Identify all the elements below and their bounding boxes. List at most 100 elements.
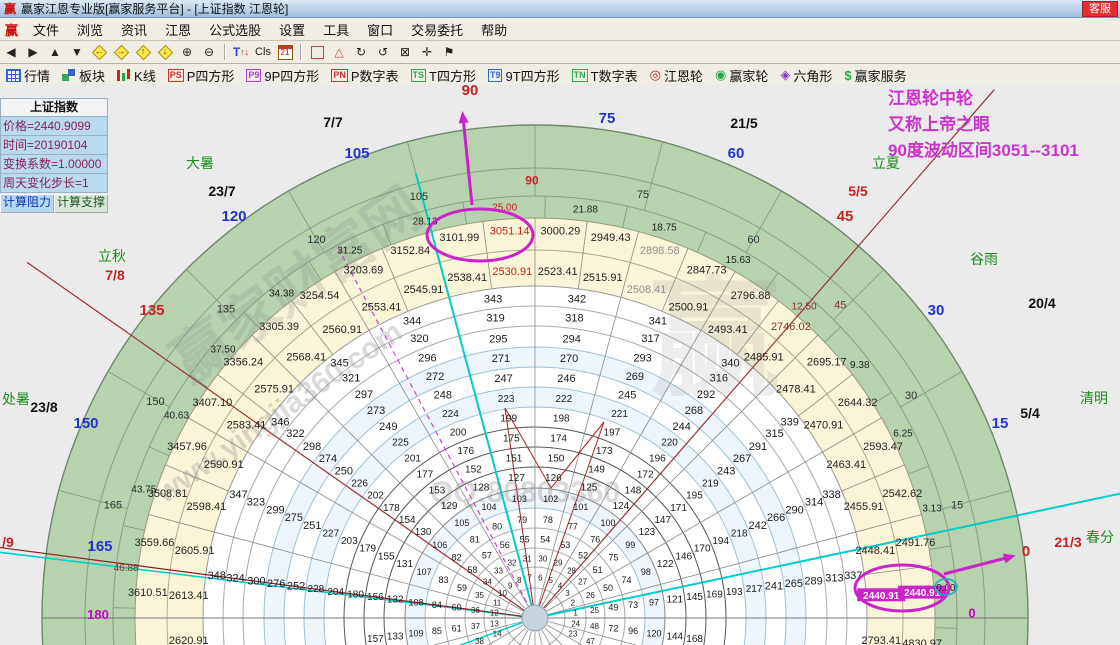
- svg-text:150: 150: [548, 453, 565, 464]
- square-tool-icon[interactable]: [307, 42, 327, 62]
- menu-item-10[interactable]: 帮助: [472, 18, 516, 41]
- svg-text:34.38: 34.38: [269, 289, 294, 300]
- diamond-left-icon[interactable]: [89, 42, 109, 62]
- svg-text:2593.47: 2593.47: [863, 441, 903, 453]
- svg-text:217: 217: [746, 584, 763, 595]
- menu-item-1[interactable]: 文件: [24, 18, 68, 41]
- svg-text:250: 250: [335, 465, 353, 477]
- svg-text:348: 348: [208, 570, 226, 582]
- menu-item-3[interactable]: 资讯: [112, 18, 156, 41]
- menu-item-8[interactable]: 窗口: [358, 18, 402, 41]
- svg-text:324: 324: [226, 573, 244, 585]
- view-button-赢家轮[interactable]: ◉赢家轮: [709, 66, 774, 85]
- diamond-up-icon[interactable]: [133, 42, 153, 62]
- view-button-赢家服务[interactable]: $赢家服务: [838, 66, 912, 85]
- view-button-9P四方形[interactable]: P99P四方形: [240, 66, 325, 85]
- toolbar-main: ◀▶▲▼ ⊕⊖ T↑↓Cls21 △↻↺⊠✛⚑: [0, 41, 1120, 64]
- menu-item-9[interactable]: 交易委托: [402, 18, 472, 41]
- svg-text:立秋: 立秋: [98, 248, 126, 264]
- gann-wheel[interactable]: 赢家财富网www.yingjia360.comQQ:80803360赢23241…: [0, 84, 1120, 645]
- view-button-江恩轮[interactable]: ◎江恩轮: [644, 66, 709, 85]
- svg-text:295: 295: [489, 333, 507, 345]
- svg-text:276: 276: [267, 578, 285, 590]
- svg-text:85: 85: [432, 626, 442, 636]
- menu-item-6[interactable]: 设置: [270, 18, 314, 41]
- svg-text:2478.41: 2478.41: [776, 384, 816, 396]
- down-icon[interactable]: ▼: [67, 42, 87, 62]
- svg-text:7/7: 7/7: [323, 114, 343, 130]
- support-button[interactable]: 客服: [1082, 1, 1118, 17]
- svg-text:347: 347: [229, 489, 247, 501]
- svg-text:27: 27: [578, 577, 587, 586]
- t-updown-icon[interactable]: T↑↓: [231, 42, 251, 62]
- svg-text:180: 180: [347, 589, 364, 600]
- svg-text:77: 77: [568, 522, 578, 532]
- view-button-行情[interactable]: 行情: [0, 66, 56, 85]
- svg-text:谷雨: 谷雨: [970, 251, 998, 267]
- up-icon[interactable]: ▲: [45, 42, 65, 62]
- candles-icon: [117, 69, 131, 82]
- cls-button[interactable]: Cls: [253, 42, 273, 62]
- zoom-in-icon[interactable]: ⊕: [177, 42, 197, 62]
- view-button-P四方形[interactable]: PSP四方形: [162, 66, 241, 85]
- svg-text:272: 272: [426, 371, 444, 383]
- menu-item-7[interactable]: 工具: [314, 18, 358, 41]
- view-button-T四方形[interactable]: TST四方形: [405, 66, 482, 85]
- svg-text:3.13: 3.13: [922, 504, 942, 515]
- rotate-ccw-icon[interactable]: ↺: [373, 42, 393, 62]
- menu-item-2[interactable]: 浏览: [68, 18, 112, 41]
- calc-support-button[interactable]: 计算支撑: [54, 194, 108, 213]
- p9-badge-icon: P9: [246, 69, 261, 82]
- svg-text:春分: 春分: [1086, 529, 1114, 545]
- svg-text:3000.29: 3000.29: [540, 225, 580, 237]
- svg-text:34: 34: [483, 577, 492, 586]
- svg-text:3051.14: 3051.14: [490, 225, 530, 237]
- svg-text:79: 79: [517, 515, 527, 525]
- crosshair-icon[interactable]: ✛: [417, 42, 437, 62]
- rotate-cw-icon[interactable]: ↻: [351, 42, 371, 62]
- view-button-label: 六角形: [793, 66, 832, 85]
- tn-badge-icon: TN: [572, 69, 588, 82]
- svg-text:4830.97: 4830.97: [902, 638, 942, 645]
- zoom-out-icon[interactable]: ⊖: [199, 42, 219, 62]
- view-button-9T四方形[interactable]: T99T四方形: [482, 66, 566, 85]
- triangle-tool-icon[interactable]: △: [329, 42, 349, 62]
- svg-text:274: 274: [319, 453, 337, 465]
- svg-text:275: 275: [285, 512, 303, 524]
- forward-icon[interactable]: ▶: [23, 42, 43, 62]
- svg-text:2560.91: 2560.91: [322, 324, 362, 336]
- svg-text:195: 195: [686, 491, 703, 502]
- select-box-icon[interactable]: ⊠: [395, 42, 415, 62]
- svg-text:处暑: 处暑: [2, 391, 30, 407]
- svg-text:127: 127: [508, 473, 525, 484]
- svg-text:56: 56: [500, 540, 510, 550]
- window-title: 赢家江恩专业版[赢家服务平台] - [上证指数 江恩轮]: [21, 0, 1082, 17]
- menu-item-5[interactable]: 公式选股: [200, 18, 270, 41]
- view-button-P数字表[interactable]: PNP数字表: [325, 66, 404, 85]
- view-button-板块[interactable]: 板块: [56, 66, 111, 85]
- menu-item-4[interactable]: 江恩: [156, 18, 200, 41]
- dollar-icon: $: [844, 68, 851, 83]
- svg-text:338: 338: [822, 489, 840, 501]
- calendar-icon[interactable]: 21: [275, 42, 295, 62]
- diamond-right-icon[interactable]: [111, 42, 131, 62]
- svg-text:122: 122: [657, 559, 674, 570]
- svg-text:320: 320: [410, 333, 428, 345]
- flag-icon[interactable]: ⚑: [439, 42, 459, 62]
- calc-resistance-button[interactable]: 计算阻力: [0, 194, 54, 213]
- svg-text:174: 174: [550, 434, 567, 445]
- view-button-K线[interactable]: K线: [111, 66, 162, 85]
- view-button-label: 9T四方形: [505, 66, 559, 85]
- view-button-六角形[interactable]: ◈六角形: [774, 66, 838, 85]
- table-icon: [6, 69, 21, 82]
- diamond-down-icon[interactable]: [155, 42, 175, 62]
- svg-text:2542.62: 2542.62: [883, 488, 923, 500]
- svg-text:2605.91: 2605.91: [175, 545, 215, 557]
- view-button-label: 9P四方形: [264, 66, 319, 85]
- view-button-T数字表[interactable]: TNT数字表: [566, 66, 644, 85]
- svg-text:269: 269: [626, 371, 644, 383]
- svg-text:2485.91: 2485.91: [744, 352, 784, 364]
- svg-text:201: 201: [404, 454, 421, 465]
- back-icon[interactable]: ◀: [1, 42, 21, 62]
- svg-text:101: 101: [573, 502, 588, 512]
